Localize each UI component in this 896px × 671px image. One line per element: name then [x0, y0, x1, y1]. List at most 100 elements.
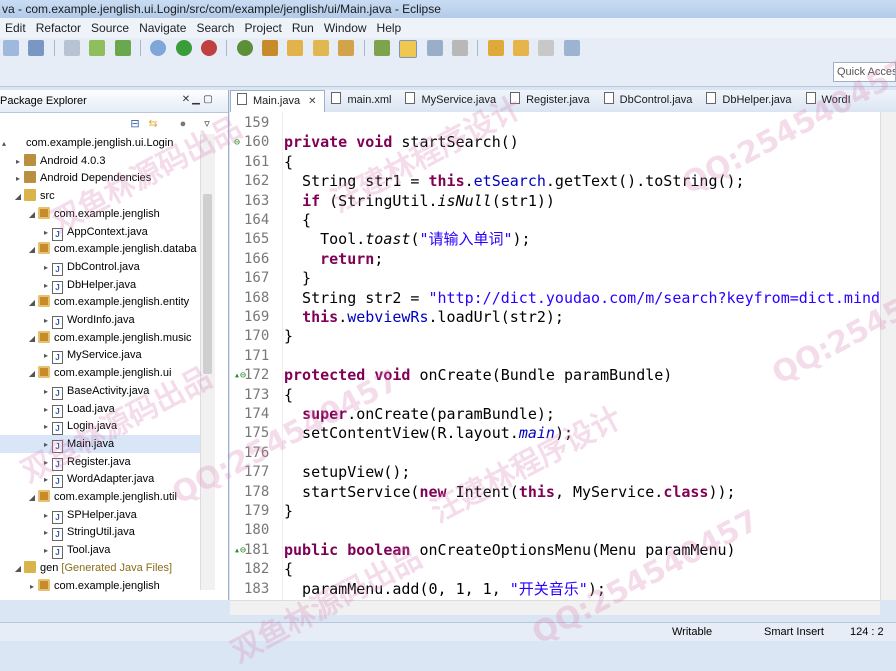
expand-toggle-icon[interactable]: ▸	[42, 277, 50, 295]
code-line[interactable]: 168 String str2 = "http://dict.youdao.co…	[230, 289, 896, 308]
open-folder-icon[interactable]	[312, 40, 329, 56]
code-line[interactable]: 166 return;	[230, 250, 880, 269]
menu-refactor[interactable]: Refactor	[31, 18, 86, 38]
save-icon[interactable]	[28, 40, 45, 56]
expand-toggle-icon[interactable]: ▴	[0, 135, 8, 153]
tree-item[interactable]: ▴ com.example.jenglish.ui.Login	[0, 134, 200, 152]
open-perspective-icon[interactable]	[563, 40, 580, 56]
tree-item[interactable]: ▸ J DbControl.java	[0, 258, 200, 276]
expand-toggle-icon[interactable]: ▸	[42, 524, 50, 542]
menu-edit[interactable]: Edit	[0, 18, 31, 38]
expand-toggle-icon[interactable]: ◢	[28, 489, 36, 507]
tree-item[interactable]: ◢ com.example.jenglish.ui	[0, 364, 200, 382]
close-tab-icon[interactable]: ✕	[308, 96, 316, 107]
expand-toggle-icon[interactable]: ▸	[14, 170, 22, 188]
code-line[interactable]: 169 this.webviewRs.loadUrl(str2);	[230, 308, 880, 327]
expand-toggle-icon[interactable]: ◢	[14, 188, 22, 206]
tree-item[interactable]: ▸ J Tool.java	[0, 541, 200, 560]
code-line[interactable]: 177 setupView();	[230, 463, 880, 482]
code-line[interactable]: 173 {	[230, 386, 880, 405]
tree-item[interactable]: ▸ J BaseActivity.java	[0, 382, 200, 400]
expand-toggle-icon[interactable]: ▸	[42, 436, 50, 454]
expand-toggle-icon[interactable]: ◢	[28, 206, 36, 224]
code-line[interactable]: 178 startService(new Intent(this, MyServ…	[230, 483, 880, 502]
fold-marker-icon[interactable]: ▴⊖	[234, 366, 246, 385]
quick-access-field[interactable]: Quick Access	[833, 62, 896, 82]
editor-tab[interactable]: DbControl.java	[598, 90, 701, 111]
mark-occurrences-icon[interactable]	[399, 40, 418, 58]
new-package-icon[interactable]	[262, 40, 279, 56]
back-arrow-icon[interactable]	[512, 40, 529, 56]
annotation-icon[interactable]	[373, 40, 390, 56]
tree-item[interactable]: ▸ J Load.java	[0, 400, 200, 418]
tree-item[interactable]: ▸ com.example.jenglish	[0, 577, 200, 595]
scrollbar-thumb[interactable]	[203, 194, 212, 374]
expand-toggle-icon[interactable]: ▸	[42, 507, 50, 525]
tree-item[interactable]: ▸ J DbHelper.java	[0, 276, 200, 294]
code-editor[interactable]: 159 ⊖ 160 private void startSearch() 161 {162…	[230, 112, 896, 600]
tree-item[interactable]: ◢ com.example.jenglish.music	[0, 329, 200, 347]
package-explorer-title[interactable]: Package Explorer	[0, 90, 87, 112]
code-line[interactable]: 161 {	[230, 153, 880, 172]
expand-toggle-icon[interactable]: ◢	[28, 330, 36, 348]
editor-horizontal-scrollbar[interactable]	[230, 600, 880, 615]
code-line[interactable]: 179}	[230, 502, 880, 521]
tree-item[interactable]: ▸ J SPHelper.java	[0, 506, 200, 524]
code-line[interactable]: 159	[230, 114, 880, 133]
expand-toggle-icon[interactable]: ▸	[42, 224, 50, 242]
code-line[interactable]: 175 setContentView(R.layout.main);	[230, 424, 880, 443]
print-icon[interactable]	[64, 40, 81, 56]
maximize-icon[interactable]: ▢	[202, 94, 214, 106]
code-line[interactable]: 180	[230, 521, 880, 540]
code-line[interactable]: 165 Tool.toast("请输入单词");	[230, 230, 880, 249]
menu-run[interactable]: Run	[287, 18, 319, 38]
tree-item[interactable]: ◢ com.example.jenglish	[0, 205, 200, 223]
editor-tab[interactable]: main.xml	[325, 90, 399, 111]
expand-toggle-icon[interactable]: ▸	[42, 259, 50, 277]
code-line[interactable]: 162 String str1 = this.etSearch.getText(…	[230, 172, 880, 191]
tree-item[interactable]: ◢ gen [Generated Java Files]	[0, 559, 200, 577]
code-line[interactable]: 182 {	[230, 560, 880, 579]
next-annotation-icon[interactable]	[487, 40, 504, 56]
tree-item[interactable]: ▸ J WordAdapter.java	[0, 470, 200, 489]
code-line[interactable]: 174 super.onCreate(paramBundle);	[230, 405, 880, 424]
code-line[interactable]: ▴⊖ 172 protected void onCreate(Bundle para…	[230, 366, 880, 385]
tree-item[interactable]: ▸ Android Dependencies	[0, 169, 200, 187]
expand-toggle-icon[interactable]: ▸	[42, 471, 50, 489]
expand-toggle-icon[interactable]: ▸	[14, 153, 22, 171]
tree-item[interactable]: ◢ src	[0, 187, 200, 205]
tree-item[interactable]: ▸ J WordInfo.java	[0, 311, 200, 329]
tree-item[interactable]: ▸ J Main.java	[0, 434, 200, 454]
forward-arrow-icon[interactable]	[538, 40, 555, 56]
code-line[interactable]: 183 paramMenu.add(0, 1, 1, "开关音乐");	[230, 580, 880, 599]
menu-source[interactable]: Source	[86, 18, 134, 38]
code-line[interactable]: 170}	[230, 327, 880, 346]
expand-toggle-icon[interactable]: ▸	[42, 401, 50, 419]
block-selection-icon[interactable]	[426, 40, 443, 56]
menu-help[interactable]: Help	[372, 18, 407, 38]
link-with-editor-icon[interactable]: ⇆	[146, 117, 160, 131]
collapse-all-icon[interactable]: ⊟	[128, 117, 142, 131]
minimize-icon[interactable]: ▁	[190, 94, 202, 106]
expand-toggle-icon[interactable]: ▸	[42, 542, 50, 560]
expand-toggle-icon[interactable]: ◢	[28, 241, 36, 259]
editor-tab[interactable]: DbHelper.java	[700, 90, 799, 111]
menu-navigate[interactable]: Navigate	[134, 18, 191, 38]
editor-tab[interactable]: MyService.java	[399, 90, 504, 111]
fold-marker-icon[interactable]: ⊖	[234, 133, 242, 152]
code-line[interactable]: 163 if (StringUtil.isNull(str1))	[230, 192, 880, 211]
editor-tab[interactable]: Main.java ✕	[230, 90, 326, 112]
avd-manager-icon[interactable]	[114, 40, 131, 56]
search-icon[interactable]	[338, 40, 355, 56]
tree-item[interactable]: ▸ J MyService.java	[0, 346, 200, 365]
tree-item[interactable]: ▸ J Register.java	[0, 453, 200, 471]
new-icon[interactable]	[3, 40, 19, 56]
tree-item[interactable]: ▸ J AppContext.java	[0, 223, 200, 241]
tree-item[interactable]: ▸ J StringUtil.java	[0, 523, 200, 542]
expand-toggle-icon[interactable]: ◢	[28, 365, 36, 383]
editor-tab[interactable]: Register.java	[504, 90, 598, 111]
expand-toggle-icon[interactable]: ◢	[28, 294, 36, 312]
expand-toggle-icon[interactable]: ▸	[28, 578, 36, 596]
external-tools-icon[interactable]	[201, 40, 218, 56]
tree-item[interactable]: ◢ com.example.jenglish.entity	[0, 293, 200, 311]
